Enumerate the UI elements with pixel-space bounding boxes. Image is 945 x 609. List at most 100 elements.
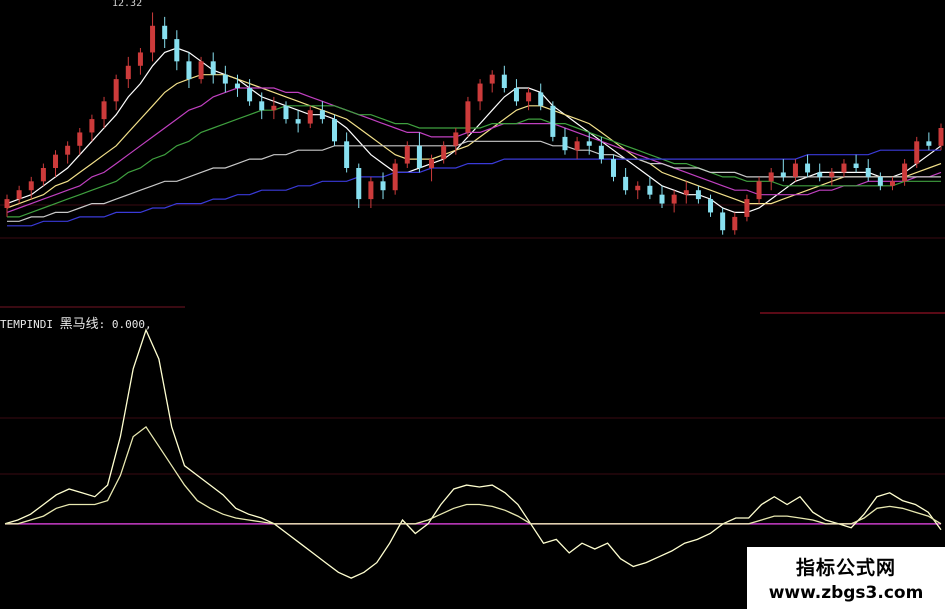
candle [416, 132, 422, 173]
candle [744, 194, 750, 222]
candle [65, 141, 71, 164]
candle-body [453, 132, 459, 146]
candle-body [926, 141, 932, 146]
candle [635, 181, 641, 200]
indicator-prefix: TEMPINDI [0, 318, 53, 331]
candle-body [805, 163, 811, 173]
candle-body [647, 185, 653, 195]
candle [732, 212, 738, 235]
candle-body [283, 105, 289, 120]
candle-body [150, 25, 156, 53]
candle [695, 185, 701, 204]
candle [174, 30, 180, 71]
candle-body [574, 141, 580, 151]
candle-body [234, 83, 240, 88]
candle-body [416, 145, 422, 168]
candle-body [125, 65, 131, 80]
candle [550, 101, 556, 142]
candle [222, 65, 228, 93]
candle-body [914, 141, 920, 164]
candle-body [635, 185, 641, 191]
candle-body [65, 145, 71, 155]
candle [150, 12, 156, 62]
candle [889, 176, 895, 191]
candle [4, 194, 10, 217]
candle [101, 96, 107, 128]
candle-body [40, 168, 46, 182]
candle-body [429, 159, 435, 168]
candle-body [307, 110, 313, 124]
candle-body [829, 172, 835, 177]
ma30-line [7, 105, 941, 218]
candle-body [550, 105, 556, 137]
candle [865, 159, 871, 182]
candlesticks [4, 12, 944, 235]
candle-body [186, 61, 192, 80]
candle [210, 52, 216, 84]
candle-body [247, 88, 253, 102]
candle [489, 70, 495, 93]
candle-body [465, 101, 471, 133]
candle [720, 208, 726, 235]
candle-body [695, 190, 701, 200]
watermark-title: 指标公式网 [795, 557, 896, 579]
candle [853, 154, 859, 173]
candle [817, 163, 823, 182]
candle-body [16, 190, 22, 200]
candle [198, 56, 204, 84]
candle-body [865, 168, 871, 177]
candle [137, 48, 143, 75]
candle-body [319, 110, 325, 120]
candle [125, 56, 131, 88]
candle [574, 136, 580, 160]
candle [77, 128, 83, 155]
candle-body [683, 190, 689, 195]
candle-body [938, 128, 944, 146]
candle [562, 128, 568, 155]
candle-body [780, 172, 786, 177]
candle [259, 92, 265, 120]
candle-body [902, 163, 908, 182]
candle-body [732, 216, 738, 231]
candle-body [259, 101, 265, 111]
candle-body [659, 194, 665, 204]
candle-body [198, 61, 204, 80]
candle-body [853, 163, 859, 168]
candle [792, 159, 798, 182]
candle-body [598, 145, 604, 160]
indicator-value: : 0.000, [98, 318, 152, 331]
candle-body [877, 176, 883, 186]
price-panel [0, 12, 945, 239]
candle-body [53, 154, 59, 168]
candle [829, 168, 835, 186]
indicator-name: 黑马线 [59, 317, 99, 332]
ma60-line [7, 140, 941, 222]
candle-body [708, 199, 714, 213]
indicator-slow-line [5, 425, 942, 525]
candle-body [671, 194, 677, 204]
candle-body [356, 168, 362, 200]
candle-body [756, 181, 762, 200]
watermark-url: www.zbgs3.com [768, 583, 924, 603]
candle [501, 65, 507, 93]
candle [465, 96, 471, 137]
candle-body [101, 101, 107, 120]
candle-body [889, 181, 895, 186]
candle [89, 114, 95, 142]
candle-body [404, 145, 410, 164]
candle [671, 190, 677, 213]
candle-body [4, 199, 10, 208]
candle [332, 114, 338, 146]
stock-chart [0, 12, 945, 579]
candle-body [113, 79, 119, 102]
candle [926, 132, 932, 151]
candle-body [441, 145, 447, 160]
candle-body [744, 199, 750, 217]
candle [40, 163, 46, 186]
candle [356, 163, 362, 208]
candle-body [368, 181, 374, 200]
candle-body [586, 141, 592, 146]
candle-body [768, 172, 774, 182]
indicator-fast-line [4, 328, 942, 579]
candle-body [271, 105, 277, 111]
